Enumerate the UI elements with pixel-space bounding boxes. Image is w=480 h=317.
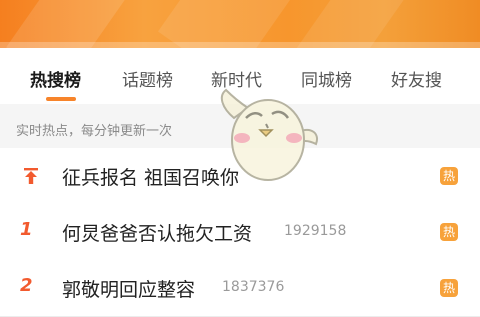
search-count: 1837376: [222, 279, 285, 295]
hot-badge: 热: [440, 279, 458, 297]
rank-number: 1: [20, 219, 33, 240]
list-item[interactable]: 2 郭敬明回应整容 1837376 热: [0, 260, 480, 317]
tab-topics[interactable]: 话题榜: [122, 66, 173, 91]
mascot-watermark: [220, 88, 318, 181]
search-count: 1929158: [284, 223, 347, 239]
pin-top-icon: [24, 168, 38, 184]
subheader-text: 实时热点，每分钟更新一次: [16, 124, 173, 139]
banner-decoration: [157, 0, 313, 48]
rank-number: 2: [20, 275, 33, 296]
top-banner: [0, 0, 480, 48]
list-item[interactable]: 1 何炅爸爸否认拖欠工资 1929158 热: [0, 204, 480, 261]
tab-friends[interactable]: 好友搜: [391, 66, 442, 91]
banner-decoration: [6, 0, 144, 48]
item-title[interactable]: 郭敬明回应整容: [62, 275, 195, 302]
hot-badge: 热: [440, 167, 458, 185]
hot-badge: 热: [440, 223, 458, 241]
banner-decoration: [295, 0, 425, 48]
item-title[interactable]: 何炅爸爸否认拖欠工资: [62, 219, 252, 246]
tab-hot-search[interactable]: 热搜榜: [30, 66, 81, 91]
active-tab-indicator: [46, 97, 76, 101]
